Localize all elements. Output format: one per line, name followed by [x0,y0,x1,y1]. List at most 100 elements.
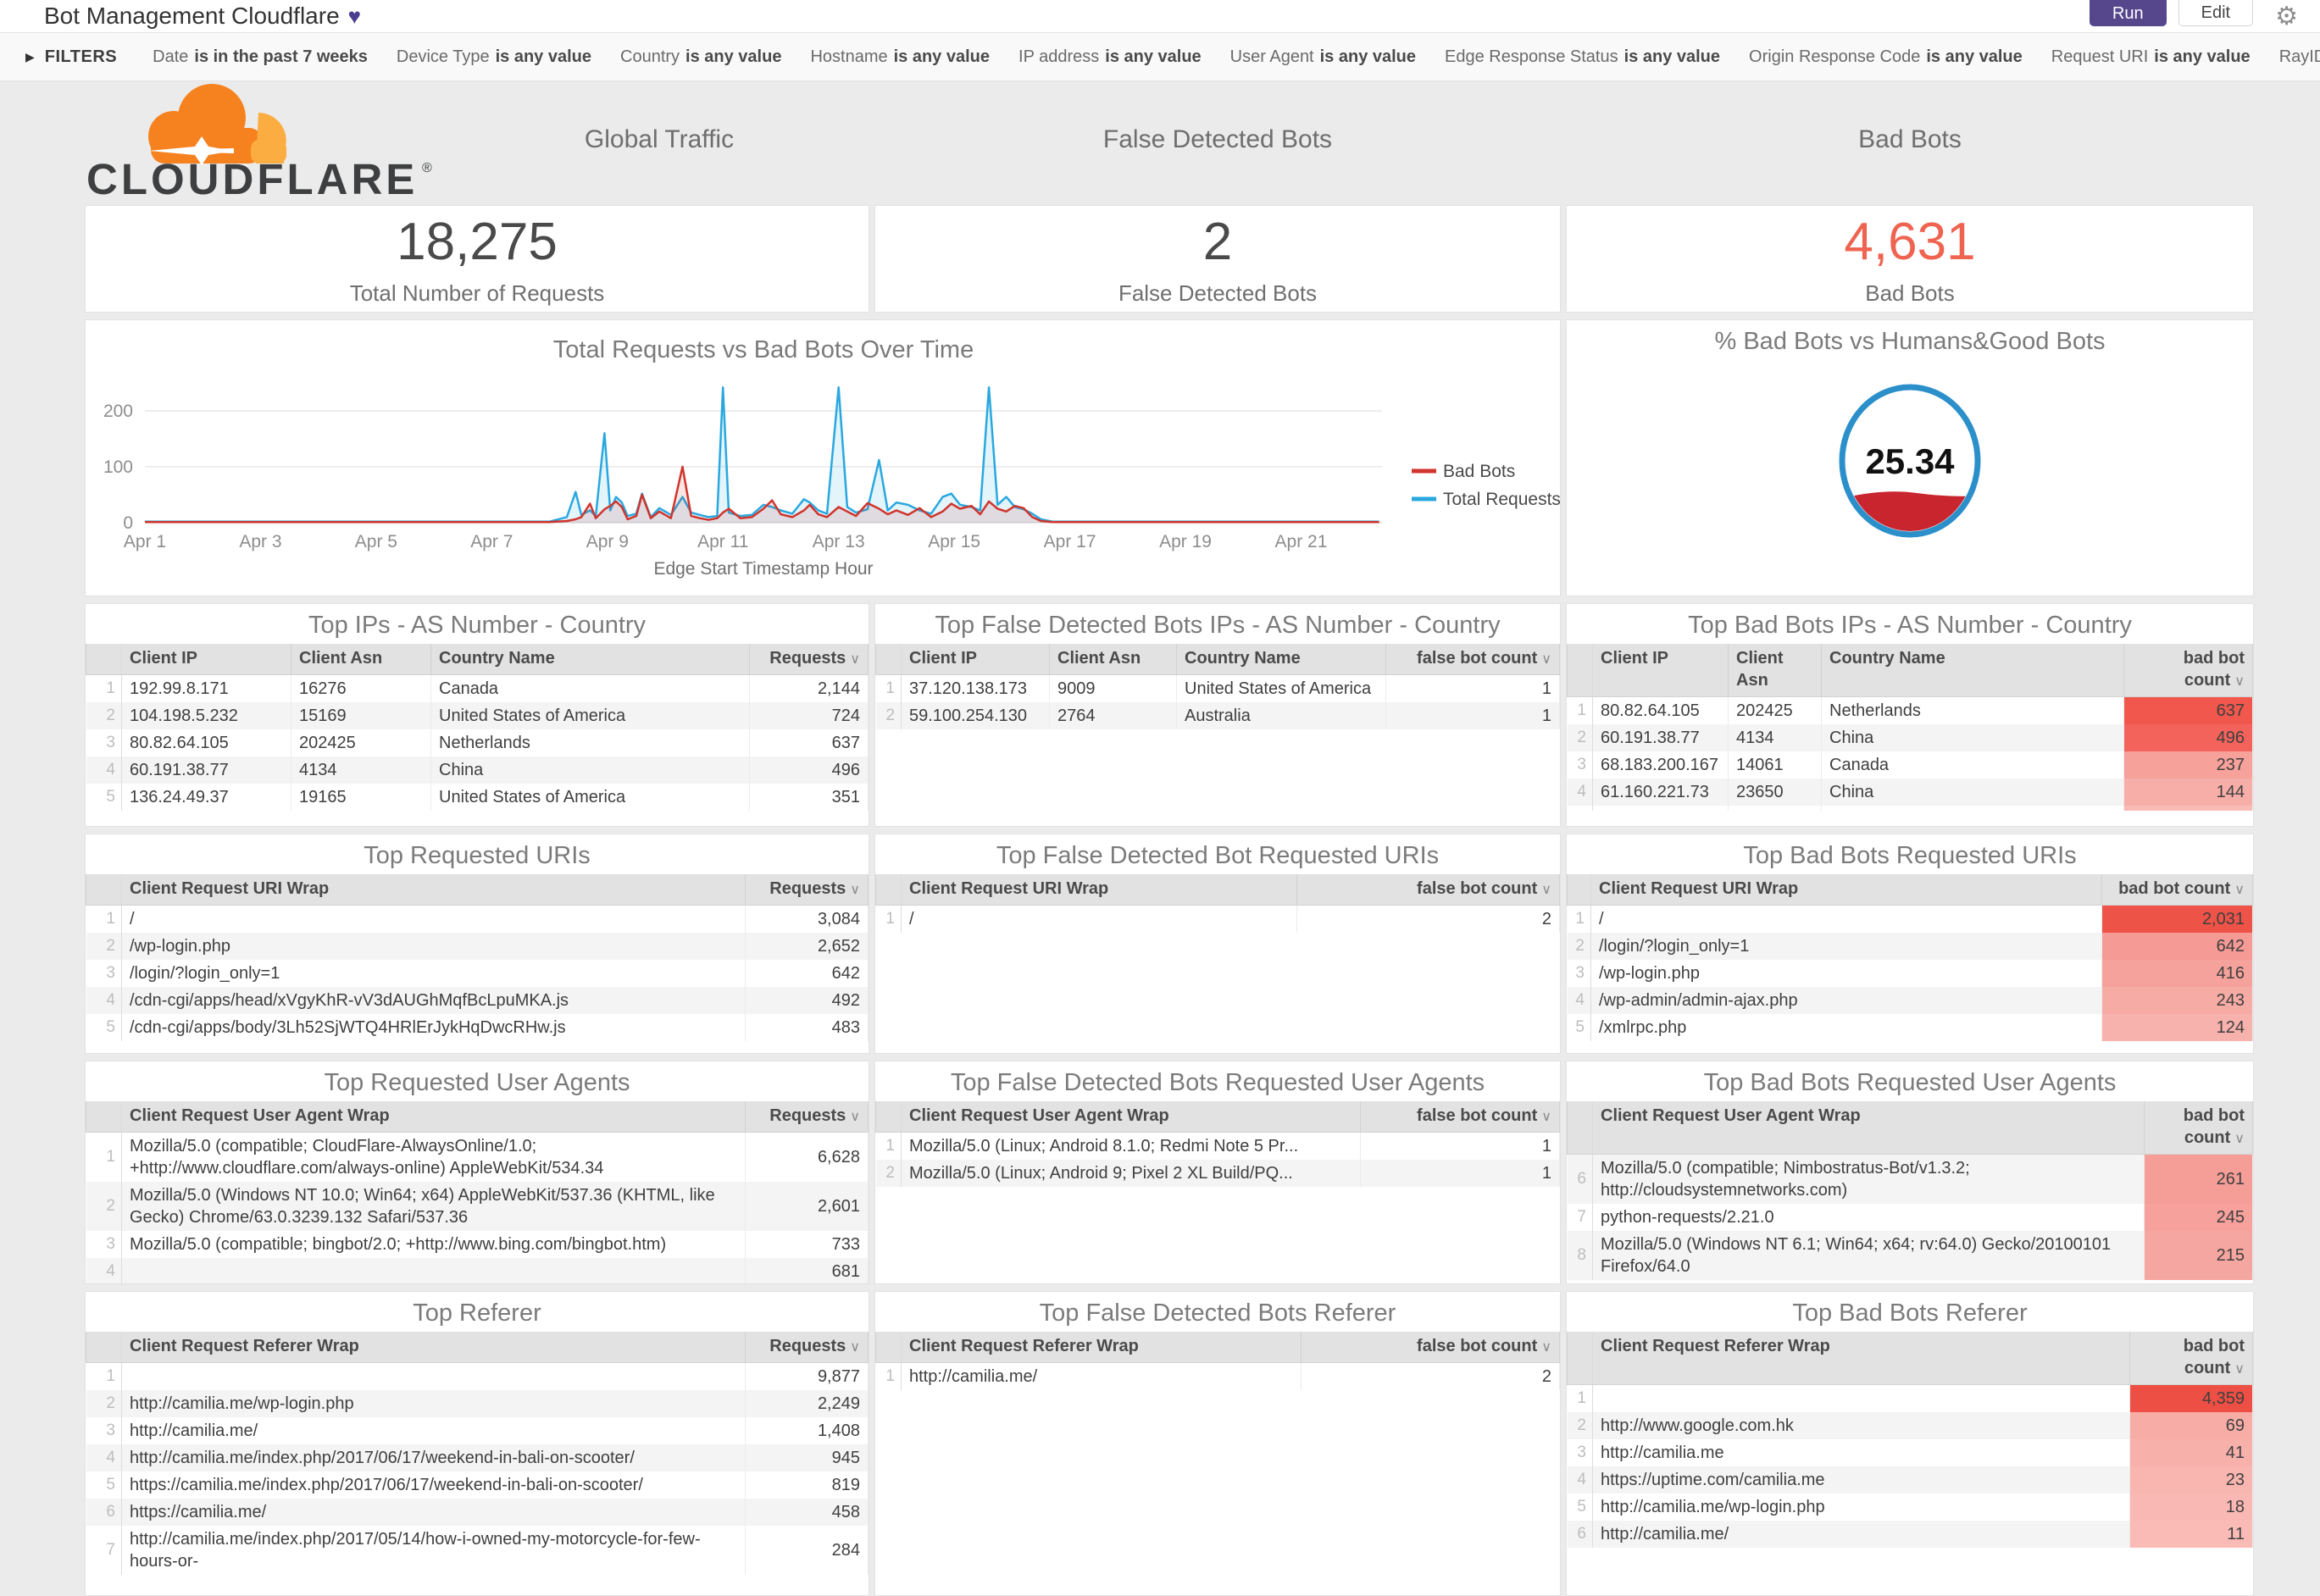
filter-item[interactable]: Country is any value [620,47,781,66]
column-header[interactable]: bad bot count ∨ [2101,874,2253,906]
column-header[interactable]: Requests ∨ [749,644,869,675]
table-row[interactable]: 1/3,084 [86,905,869,933]
column-header[interactable]: Client Asn [291,644,431,675]
table-row[interactable] [1567,806,2253,811]
table-row[interactable]: 3/wp-login.php 416 [1567,960,2253,987]
table-row[interactable]: 3 80.82.64.105 202425 Netherlands 637 [86,729,869,756]
table-row[interactable]: 4 60.191.38.77 4134 China 496 [86,756,869,784]
table-row[interactable]: 2 Mozilla/5.0 (Linux; Android 9; Pixel 2 … [875,1160,1560,1187]
sort-desc-icon[interactable]: ∨ [1541,1340,1551,1355]
column-header[interactable]: Requests ∨ [745,1332,869,1363]
column-header[interactable]: Client Asn [1049,644,1177,675]
sort-desc-icon[interactable]: ∨ [2234,883,2245,897]
sort-desc-icon[interactable]: ∨ [850,1110,860,1124]
table-row[interactable]: 2 104.198.5.232 15169 United States of Amer… [86,702,869,729]
sort-desc-icon[interactable]: ∨ [850,652,860,667]
table-row[interactable]: 6 Mozilla/5.0 (compatible; Nimbostratus-B… [1567,1154,2253,1204]
column-header[interactable]: bad bot count ∨ [2129,1332,2253,1385]
table-row[interactable]: 1/2 [875,905,1560,933]
table-row[interactable]: 5 https://camilia.me/index.php/2017/06/17… [86,1471,869,1499]
column-header[interactable]: Client IP [121,644,291,675]
sort-desc-icon[interactable]: ∨ [1541,1110,1551,1124]
table-row[interactable]: 4/wp-admin/admin-ajax.php 243 [1567,987,2253,1014]
table-row[interactable]: 2 60.191.38.77 4134 China 496 [1567,724,2253,751]
column-header[interactable]: Country Name [1176,644,1386,675]
column-header[interactable]: Client Request User Agent Wrap [1592,1101,2145,1155]
sort-desc-icon[interactable]: ∨ [2234,1132,2245,1146]
column-header[interactable]: false bot count ∨ [1296,874,1560,906]
table-row[interactable]: 7 http://camilia.me/index.php/2017/05/14/… [86,1526,869,1575]
table-row[interactable]: 4 http://camilia.me/index.php/2017/06/17/… [86,1444,869,1471]
table-row[interactable]: 4 https://uptime.com/camilia.me 23 [1567,1466,2253,1493]
table-row[interactable]: 8 Mozilla/5.0 (Windows NT 6.1; Win64; x64… [1567,1231,2253,1280]
timeseries-chart[interactable]: Total Requests vs Bad Bots Over Time 0 100… [86,320,1560,596]
table-row[interactable]: 1 Mozilla/5.0 (compatible; CloudFlare-Alw… [86,1132,869,1182]
filter-item[interactable]: Hostname is any value [810,47,990,66]
filter-item[interactable]: User Agent is any value [1230,47,1416,66]
column-header[interactable]: bad bot count ∨ [2144,1101,2253,1155]
column-header[interactable]: Client Request Referer Wrap [901,1332,1302,1363]
gear-icon[interactable]: ⚙ [2275,2,2298,31]
column-header[interactable]: false bot count ∨ [1301,1332,1560,1363]
table-row[interactable]: 4 61.160.221.73 23650 China 144 [1567,779,2253,806]
filter-item[interactable]: Origin Response Code is any value [1749,47,2023,66]
column-header[interactable]: Client Request URI Wrap [901,874,1297,906]
filter-item[interactable]: Request URI is any value [2051,47,2251,66]
table-row[interactable]: 3 Mozilla/5.0 (compatible; bingbot/2.0; +… [86,1231,869,1258]
table-row[interactable]: 1 9,877 [86,1362,869,1390]
column-header[interactable]: Country Name [1821,644,2124,697]
sort-desc-icon[interactable]: ∨ [2234,1362,2245,1377]
table-row[interactable]: 3 68.183.200.167 14061 Canada 237 [1567,751,2253,779]
filters-expand-icon[interactable]: ▶ [25,50,35,64]
table-row[interactable]: 2 Mozilla/5.0 (Windows NT 10.0; Win64; x6… [86,1182,869,1231]
column-header[interactable]: Client Request Referer Wrap [1592,1332,2130,1385]
table-row[interactable]: 1 4,359 [1567,1384,2253,1412]
column-header[interactable]: Client IP [901,644,1050,675]
run-button[interactable]: Run [2089,0,2167,26]
table-row[interactable]: 1 37.120.138.173 9009 United States of Amer… [875,674,1560,702]
sort-desc-icon[interactable]: ∨ [850,1340,860,1355]
sort-desc-icon[interactable]: ∨ [850,883,860,897]
table-row[interactable]: 2/login/?login_only=1 642 [1567,933,2253,960]
edit-button[interactable]: Edit [2178,0,2254,26]
table-row[interactable]: 1/2,031 [1567,905,2253,933]
column-header[interactable]: false bot count ∨ [1385,644,1560,675]
table-row[interactable]: 1 http://camilia.me/2 [875,1362,1560,1390]
table-row[interactable]: 2 59.100.254.130 2764 Australia 1 [875,702,1560,729]
table-row[interactable]: 6 http://camilia.me/11 [1567,1521,2253,1548]
column-header[interactable]: Requests ∨ [745,1101,869,1133]
filter-item[interactable]: Device Type is any value [397,47,591,66]
table-row[interactable]: 5 http://camilia.me/wp-login.php 18 [1567,1493,2253,1521]
filter-item[interactable]: Edge Response Status is any value [1445,47,1720,66]
column-header[interactable]: bad bot count ∨ [2123,644,2253,697]
filter-item[interactable]: RayIDis any value [2279,47,2320,66]
column-header[interactable]: Requests ∨ [745,874,869,906]
column-header[interactable]: false bot count ∨ [1360,1101,1560,1133]
filter-item[interactable]: Date is in the past 7 weeks [153,47,368,66]
sort-desc-icon[interactable]: ∨ [2234,674,2245,689]
column-header[interactable]: Client Asn [1728,644,1822,697]
table-row[interactable]: 3/login/?login_only=1 642 [86,960,869,987]
table-row[interactable]: 1 Mozilla/5.0 (Linux; Android 8.1.0; Redm… [875,1132,1560,1160]
column-header[interactable]: Client Request Referer Wrap [121,1332,746,1363]
column-header[interactable]: Client Request User Agent Wrap [121,1101,746,1133]
column-header[interactable]: Country Name [430,644,750,675]
table-row[interactable]: 4/cdn-cgi/apps/head/xVgyKhR-vV3dAUGhMqfB… [86,987,869,1014]
table-row[interactable]: 3 http://camilia.me 41 [1567,1439,2253,1466]
table-row[interactable]: 4 681 [86,1258,869,1283]
column-header[interactable]: Client Request User Agent Wrap [901,1101,1361,1133]
sort-desc-icon[interactable]: ∨ [1541,883,1551,897]
table-row[interactable]: 2/wp-login.php 2,652 [86,933,869,960]
table-row[interactable]: 6 https://camilia.me/458 [86,1499,869,1526]
table-row[interactable]: 7 python-requests/2.21.0 245 [1567,1204,2253,1231]
column-header[interactable]: Client IP [1592,644,1729,697]
bad-bots-gauge[interactable]: 25.34 [1835,382,1984,540]
column-header[interactable]: Client Request URI Wrap [1590,874,2102,906]
table-row[interactable]: 3 http://camilia.me/1,408 [86,1417,869,1444]
table-row[interactable]: 2 http://www.google.com.hk 69 [1567,1412,2253,1439]
table-row[interactable]: 1 192.99.8.171 16276 Canada 2,144 [86,674,869,702]
filter-item[interactable]: IP address is any value [1018,47,1202,66]
table-row[interactable]: 5/cdn-cgi/apps/body/3Lh52SjWTQ4HRlErJykH… [86,1014,869,1041]
table-row[interactable]: 5/xmlrpc.php 124 [1567,1014,2253,1041]
table-row[interactable]: 1 80.82.64.105 202425 Netherlands 637 [1567,696,2253,724]
